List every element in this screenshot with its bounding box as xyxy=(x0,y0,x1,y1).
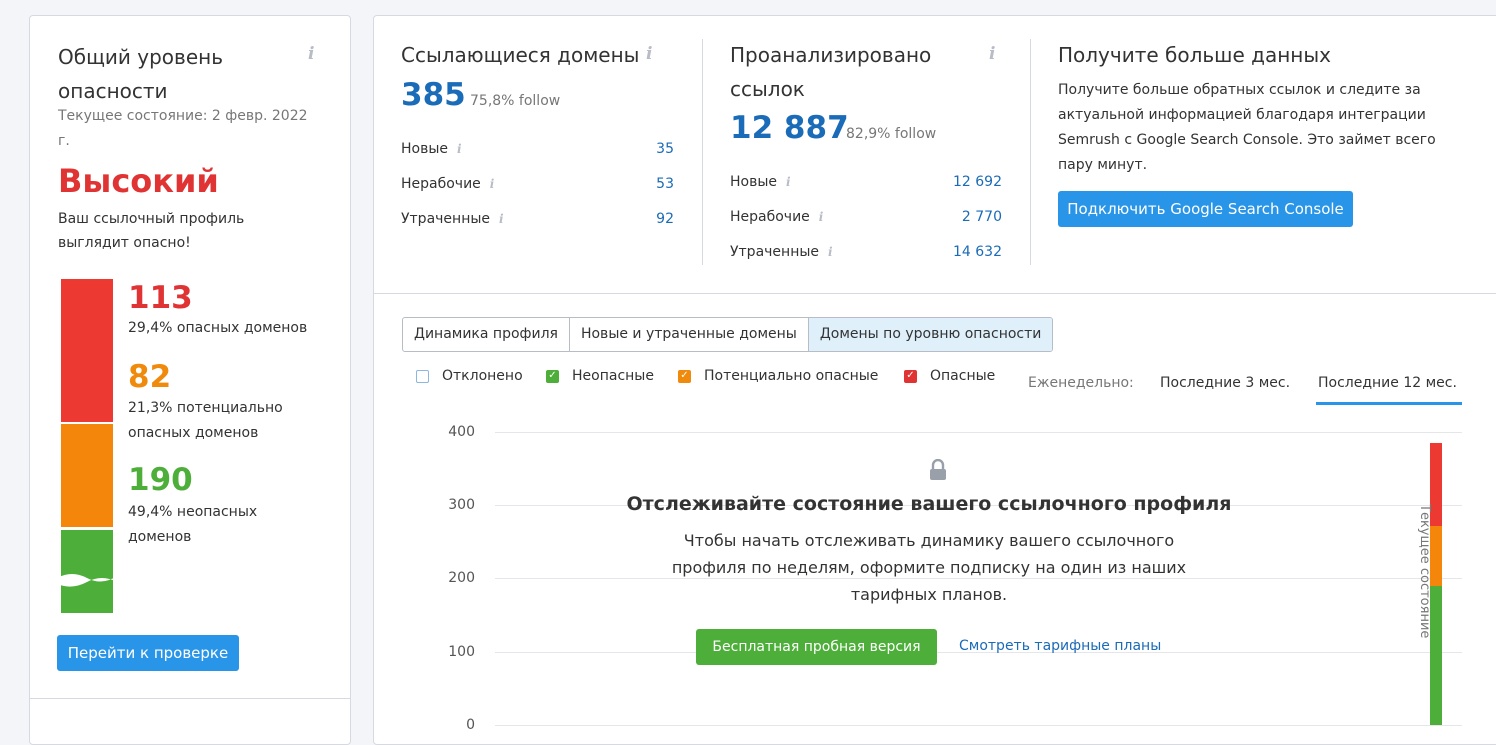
checkbox-unchecked[interactable] xyxy=(416,369,429,383)
info-icon[interactable]: i xyxy=(499,212,504,226)
referring-broken-value[interactable]: 53 xyxy=(604,176,674,192)
referring-follow: 75,8% follow xyxy=(470,93,561,109)
analyzed-links-total: 12 887 xyxy=(730,110,849,146)
grid-line xyxy=(495,432,1462,433)
risk-card: Общий уровень опасности i Текущее состоя… xyxy=(29,15,351,745)
legend-rejected[interactable]: Отклонено xyxy=(416,368,523,384)
divider xyxy=(30,698,350,699)
period-selected-indicator xyxy=(1316,402,1462,405)
risk-updated: Текущее состояние: 2 февр. 2022 г. xyxy=(58,108,308,149)
info-icon[interactable]: i xyxy=(828,245,833,259)
info-icon[interactable]: i xyxy=(308,44,314,64)
potential-count: 82 xyxy=(128,359,172,395)
tab-new-lost-domains[interactable]: Новые и утраченные домены xyxy=(570,318,809,351)
risk-description: Ваш ссылочный профиль выглядит опасно! xyxy=(58,211,245,251)
divider xyxy=(1030,39,1031,265)
risk-level: Высокий xyxy=(58,162,219,200)
risk-title: Общий уровень опасности xyxy=(58,45,223,103)
toxic-bar-segment xyxy=(61,279,113,422)
tab-profile-dynamics[interactable]: Динамика профиля xyxy=(403,318,570,351)
period-label: Еженедельно: xyxy=(1028,375,1134,391)
view-plans-link[interactable]: Смотреть тарифные планы xyxy=(959,638,1161,654)
referring-new-label: Новые i xyxy=(401,141,462,157)
info-icon[interactable]: i xyxy=(819,210,824,224)
referring-lost-label: Утраченные i xyxy=(401,211,504,227)
info-icon[interactable]: i xyxy=(490,177,495,191)
toxic-label: 29,4% опасных доменов xyxy=(128,320,308,336)
links-broken-label: Нерабочие i xyxy=(730,209,824,225)
safe-count: 190 xyxy=(128,462,193,498)
links-lost-label: Утраченные i xyxy=(730,244,833,260)
go-to-audit-button[interactable]: Перейти к проверке xyxy=(57,635,239,671)
potential-bar-segment xyxy=(61,424,113,527)
links-broken-value[interactable]: 2 770 xyxy=(902,209,1002,225)
legend-toxic[interactable]: ✓ Опасные xyxy=(904,368,995,384)
backlinks-card: Ссылающиеся домены i 385 75,8% follow Но… xyxy=(373,15,1496,745)
referring-domains-total: 385 xyxy=(401,77,466,113)
lock-text: Чтобы начать отслеживать динамику вашего… xyxy=(671,531,1187,604)
period-12-months[interactable]: Последние 12 мес. xyxy=(1318,375,1457,391)
links-new-label: Новые i xyxy=(730,174,791,190)
tab-domains-by-risk[interactable]: Домены по уровню опасности xyxy=(808,318,1053,351)
y-tick-label: 100 xyxy=(448,644,475,660)
divider xyxy=(702,39,703,265)
referring-domains-title: Ссылающиеся домены xyxy=(401,43,640,67)
divider xyxy=(374,293,1496,294)
checkbox-checked-icon[interactable]: ✓ xyxy=(904,369,917,383)
connect-gsc-button[interactable]: Подключить Google Search Console xyxy=(1058,191,1353,227)
checkbox-checked-icon[interactable]: ✓ xyxy=(546,369,559,383)
info-icon[interactable]: i xyxy=(786,175,791,189)
analyzed-follow: 82,9% follow xyxy=(846,126,937,142)
checkbox-checked-icon[interactable]: ✓ xyxy=(678,369,691,383)
grid-line xyxy=(495,725,1462,726)
period-3-months[interactable]: Последние 3 мес. xyxy=(1160,375,1290,391)
info-icon[interactable]: i xyxy=(457,142,462,156)
info-icon[interactable]: i xyxy=(646,44,652,64)
toxic-count: 113 xyxy=(128,280,193,316)
y-tick-label: 400 xyxy=(448,424,475,440)
promo-title: Получите больше данных xyxy=(1058,43,1331,67)
referring-lost-value[interactable]: 92 xyxy=(604,211,674,227)
y-tick-label: 300 xyxy=(448,497,475,513)
bar-break-icon xyxy=(57,574,117,587)
y-tick-label: 0 xyxy=(466,717,475,733)
current-state-label: Текущее состояние xyxy=(1417,504,1432,639)
promo-text: Получите больше обратных ссылок и следит… xyxy=(1058,82,1436,173)
y-tick-label: 200 xyxy=(448,570,475,586)
lock-icon xyxy=(930,459,946,480)
safe-label: 49,4% неопасных доменов xyxy=(128,504,258,545)
referring-new-value[interactable]: 35 xyxy=(604,141,674,157)
free-trial-button[interactable]: Бесплатная пробная версия xyxy=(696,629,937,665)
chart-tabs: Динамика профиля Новые и утраченные доме… xyxy=(402,317,1054,352)
referring-broken-label: Нерабочие i xyxy=(401,176,495,192)
legend-potential[interactable]: ✓ Потенциально опасные xyxy=(678,368,878,384)
links-lost-value[interactable]: 14 632 xyxy=(902,244,1002,260)
links-new-value[interactable]: 12 692 xyxy=(902,174,1002,190)
legend-safe[interactable]: ✓ Неопасные xyxy=(546,368,654,384)
potential-label: 21,3% потенциально опасных доменов xyxy=(128,400,283,441)
lock-title: Отслеживайте состояние вашего ссылочного… xyxy=(626,493,1232,515)
info-icon[interactable]: i xyxy=(989,44,995,64)
analyzed-links-title: Проанализировано ссылок xyxy=(730,43,932,101)
